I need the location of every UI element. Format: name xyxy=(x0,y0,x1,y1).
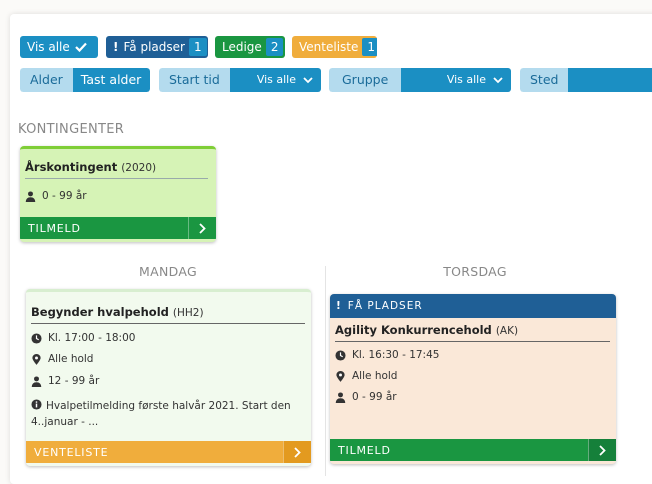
kontingenter-heading: KONTINGENTER xyxy=(18,122,125,137)
gruppe-label: Gruppe xyxy=(329,68,402,92)
faa-pladser-label: Få pladser xyxy=(123,40,185,54)
alder-input[interactable]: Tast alder xyxy=(72,68,150,92)
card-title: Årskontingent (2020) xyxy=(25,160,157,174)
chevron-right-icon xyxy=(283,441,311,463)
person-icon xyxy=(25,190,36,202)
faa-pladser-count: 1 xyxy=(188,38,207,56)
time-row: Kl. 17:00 - 18:00 xyxy=(31,332,135,344)
chevron-down-icon xyxy=(493,76,503,83)
card-title: Agility Konkurrencehold (AK) xyxy=(335,323,519,337)
location-pin-icon xyxy=(32,353,41,365)
gruppe-select[interactable]: Gruppe Vis alle xyxy=(329,68,511,92)
class-card-begynder: Begynder hvalpehold (HH2) Kl. 17:00 - 18… xyxy=(26,289,311,466)
venteliste-action-label: VENTELISTE xyxy=(34,445,109,459)
time-row: Kl. 16:30 - 17:45 xyxy=(335,349,439,361)
tilmeld-label: TILMELD xyxy=(338,443,391,457)
alder-label: Alder xyxy=(20,68,73,92)
person-icon xyxy=(31,375,42,387)
exclamation-icon: ! xyxy=(113,40,119,54)
clock-icon xyxy=(335,349,346,361)
clock-icon xyxy=(31,332,42,344)
alder-field: Alder Tast alder xyxy=(20,68,150,92)
app-frame: Vis alle ! Få pladser 1 Ledige 2 Venteli… xyxy=(10,14,652,484)
kontingent-card: Årskontingent (2020) 0 - 99 år TILMELD xyxy=(20,146,216,242)
card-title: Begynder hvalpehold (HH2) xyxy=(31,305,204,319)
divider xyxy=(31,323,305,324)
age-row: 12 - 99 år xyxy=(31,375,99,387)
start-tid-value: Vis alle xyxy=(256,73,296,86)
ledige-count: 2 xyxy=(265,38,284,56)
start-tid-label: Start tid xyxy=(159,68,230,92)
filter-ledige-button[interactable]: Ledige 2 xyxy=(215,36,285,58)
tilmeld-label: TILMELD xyxy=(28,221,81,235)
exclamation-icon: ! xyxy=(336,300,342,312)
filter-venteliste-button[interactable]: Venteliste 1 xyxy=(292,36,377,58)
filter-vis-alle-button[interactable]: Vis alle xyxy=(20,36,98,58)
venteliste-count: 1 xyxy=(362,38,377,56)
ledige-label: Ledige xyxy=(222,40,262,54)
filter-faa-pladser-button[interactable]: ! Få pladser 1 xyxy=(106,36,208,58)
check-icon xyxy=(74,42,87,52)
day-heading-mandag: MANDAG xyxy=(139,264,197,279)
divider xyxy=(25,178,208,179)
place-row: Alle hold xyxy=(31,353,93,365)
chevron-down-icon xyxy=(303,76,313,83)
day-heading-torsdag: TORSDAG xyxy=(443,264,507,279)
age-row: 0 - 99 år xyxy=(335,391,397,403)
divider xyxy=(335,341,610,342)
chevron-right-icon xyxy=(188,217,216,239)
tilmeld-button[interactable]: TILMELD xyxy=(330,439,616,461)
person-icon xyxy=(335,391,346,403)
column-divider xyxy=(325,266,326,476)
vis-alle-label: Vis alle xyxy=(27,40,70,54)
class-card-agility: ! FÅ PLADSER Agility Konkurrencehold (AK… xyxy=(330,294,616,464)
tilmeld-button[interactable]: TILMELD xyxy=(20,217,216,239)
chevron-right-icon xyxy=(588,439,616,461)
sted-label: Sted xyxy=(520,68,569,92)
sted-select[interactable]: Sted V xyxy=(520,68,652,92)
gruppe-value: Vis alle xyxy=(446,73,486,86)
location-pin-icon xyxy=(336,370,345,382)
info-row: Hvalpetilmelding første halvår 2021. Sta… xyxy=(31,399,291,428)
place-row: Alle hold xyxy=(335,370,397,382)
faa-pladser-badge: ! FÅ PLADSER xyxy=(330,294,616,318)
info-icon xyxy=(31,399,42,410)
age-row: 0 - 99 år xyxy=(25,190,87,202)
venteliste-label: Venteliste xyxy=(299,40,359,54)
start-tid-select[interactable]: Start tid Vis alle xyxy=(159,68,321,92)
venteliste-button[interactable]: VENTELISTE xyxy=(26,441,311,463)
